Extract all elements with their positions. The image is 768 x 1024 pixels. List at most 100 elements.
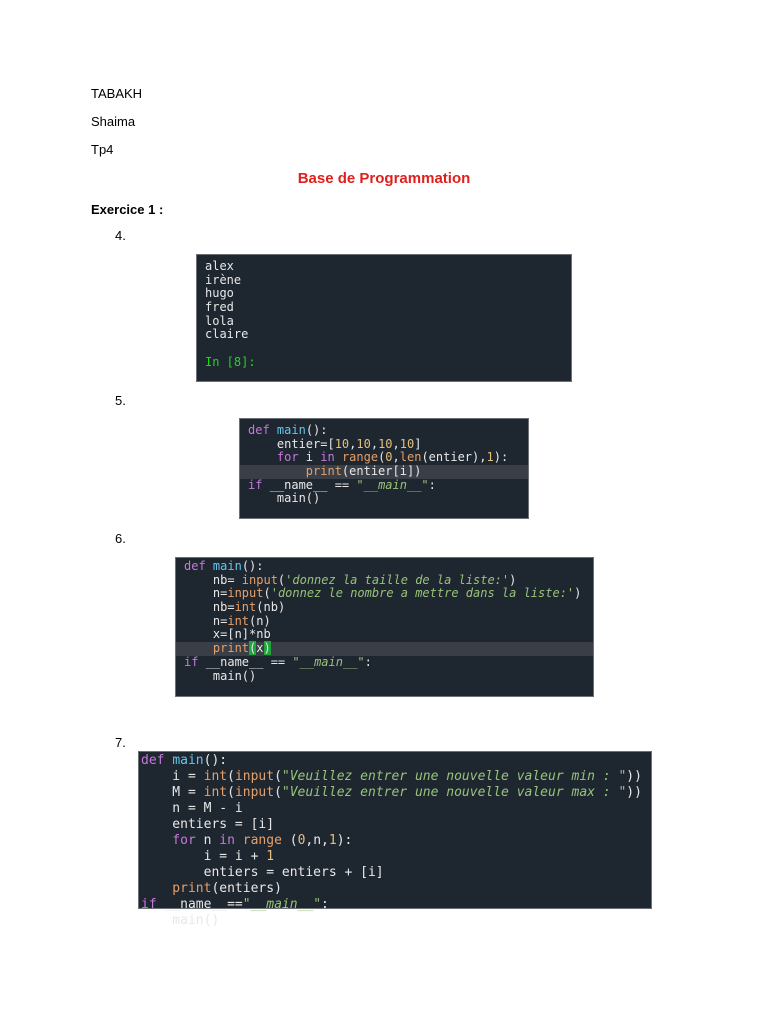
code-line: i = i + 1 xyxy=(139,849,651,865)
code-token: irène xyxy=(205,272,242,287)
code-token: if xyxy=(184,654,206,669)
code-line: irène xyxy=(197,272,571,288)
code-token: : xyxy=(428,477,436,492)
code-token: input xyxy=(241,572,278,587)
code-line: print(x) xyxy=(176,641,593,656)
code-token: ( xyxy=(227,785,235,800)
code-token: 1 xyxy=(328,833,337,848)
code-token: ) xyxy=(263,641,271,656)
code-token: "__main__" xyxy=(242,897,322,912)
author-lastname: TABAKH xyxy=(91,86,143,101)
code-line: claire xyxy=(197,328,571,342)
code-screenshot-6: def main(): nb= input('donnez la taille … xyxy=(175,557,594,697)
code-token: ( xyxy=(263,586,271,601)
code-token: ): xyxy=(493,450,509,465)
code-token: range xyxy=(242,833,282,848)
code-line: i = int(input("Veuillez entrer une nouve… xyxy=(139,769,651,785)
code-token: , xyxy=(392,436,400,451)
code-token: entier=[ xyxy=(248,436,335,451)
code-token: if xyxy=(141,897,165,912)
code-token: entiers = entiers + [i] xyxy=(141,865,384,880)
code-token: : xyxy=(364,654,372,669)
tp-label: Tp4 xyxy=(91,142,114,157)
code-line: if __name__ == "__main__": xyxy=(176,654,593,670)
code-token: 1 xyxy=(486,450,494,465)
code-token: 10 xyxy=(378,436,393,451)
code-token: input xyxy=(234,785,275,800)
code-token: i xyxy=(305,450,321,465)
code-token: (entier[i]) xyxy=(341,464,422,479)
code-token: )) xyxy=(626,785,642,800)
item-number-5: 5. xyxy=(115,393,126,408)
code-token: (entier), xyxy=(421,450,487,465)
code-line: nb=int(nb) xyxy=(176,600,593,615)
code-line: def main(): xyxy=(176,559,593,574)
code-token: lola xyxy=(205,313,234,328)
code-token: ,n, xyxy=(305,833,329,848)
code-token: )) xyxy=(626,769,642,784)
code-token: fred xyxy=(205,300,234,315)
code-token: main() xyxy=(184,668,257,683)
code-token: input xyxy=(227,586,264,601)
code-line: for i in range(0,len(entier),1): xyxy=(240,451,528,465)
code-token: ) xyxy=(509,572,517,587)
code-token: ): xyxy=(336,833,353,848)
code-token: "Veuillez entrer une nouvelle valeur max… xyxy=(281,785,627,800)
code-token: main xyxy=(276,423,306,437)
code-line: entier=[10,10,10,10] xyxy=(240,436,528,452)
item-number-7: 7. xyxy=(115,735,126,750)
code-line: print(entiers) xyxy=(139,881,651,897)
code-token: for xyxy=(248,450,306,465)
code-token: 10 xyxy=(399,436,415,451)
code-line: n=int(n) xyxy=(176,614,593,629)
code-line: nb= input('donnez la taille de la liste:… xyxy=(176,572,593,588)
code-token: def xyxy=(248,423,277,437)
code-token: ] xyxy=(414,436,422,451)
code-token: M = xyxy=(141,785,204,800)
code-token: input xyxy=(234,769,275,784)
code-token: def xyxy=(141,753,173,768)
code-screenshot-7: def main(): i = int(input("Veuillez entr… xyxy=(138,751,652,928)
code-line: if __name__ == "__main__": xyxy=(240,477,528,493)
code-token: 10 xyxy=(334,436,350,451)
code-token: ( xyxy=(227,769,235,784)
code-token: i = i + xyxy=(141,849,267,864)
code-line: main() xyxy=(240,492,528,506)
code-token: : xyxy=(321,897,329,912)
code-token: in xyxy=(320,450,342,465)
document-page: TABAKH Shaima Tp4 Base de Programmation … xyxy=(0,0,768,1024)
code-line: if __name__=="__main__": xyxy=(139,897,651,913)
code-token: claire xyxy=(205,327,249,342)
code-token: hugo xyxy=(205,286,234,301)
code-line: main() xyxy=(176,668,593,684)
code-token: in xyxy=(219,833,243,848)
code-token: (entiers) xyxy=(211,881,282,896)
code-token: main xyxy=(172,753,204,768)
code-line: fred xyxy=(197,300,571,315)
output-screenshot-4: alex irène hugo fred lola claire In [8]: xyxy=(196,254,572,382)
code-token: "__main__" xyxy=(292,654,365,669)
code-token: if xyxy=(248,477,270,492)
code-token: main() xyxy=(141,913,220,928)
code-token: entiers = [i] xyxy=(141,817,275,832)
code-line: entiers = [i] xyxy=(139,817,651,833)
code-line: n=input('donnez le nombre a mettre dans … xyxy=(176,587,593,601)
document-title: Base de Programmation xyxy=(297,170,471,187)
code-token: 'donnez la taille de la liste:' xyxy=(285,572,510,587)
code-line: entiers = entiers + [i] xyxy=(139,865,651,881)
code-token: "Veuillez entrer une nouvelle valeur min… xyxy=(281,769,627,784)
code-token: range xyxy=(341,450,379,465)
code-line: def main(): xyxy=(139,753,651,769)
code-token: alex xyxy=(205,259,234,273)
code-token: print xyxy=(184,641,250,656)
code-token: main xyxy=(212,559,242,573)
code-token: 10 xyxy=(356,436,371,451)
code-token: len xyxy=(399,450,422,465)
code-token: main() xyxy=(248,491,321,506)
code-token: __name__ == xyxy=(269,477,357,492)
code-token: ) xyxy=(574,586,582,601)
code-line: n = M - i xyxy=(139,801,651,817)
code-token: 0 xyxy=(385,450,393,465)
code-line: M = int(input("Veuillez entrer une nouve… xyxy=(139,785,651,801)
